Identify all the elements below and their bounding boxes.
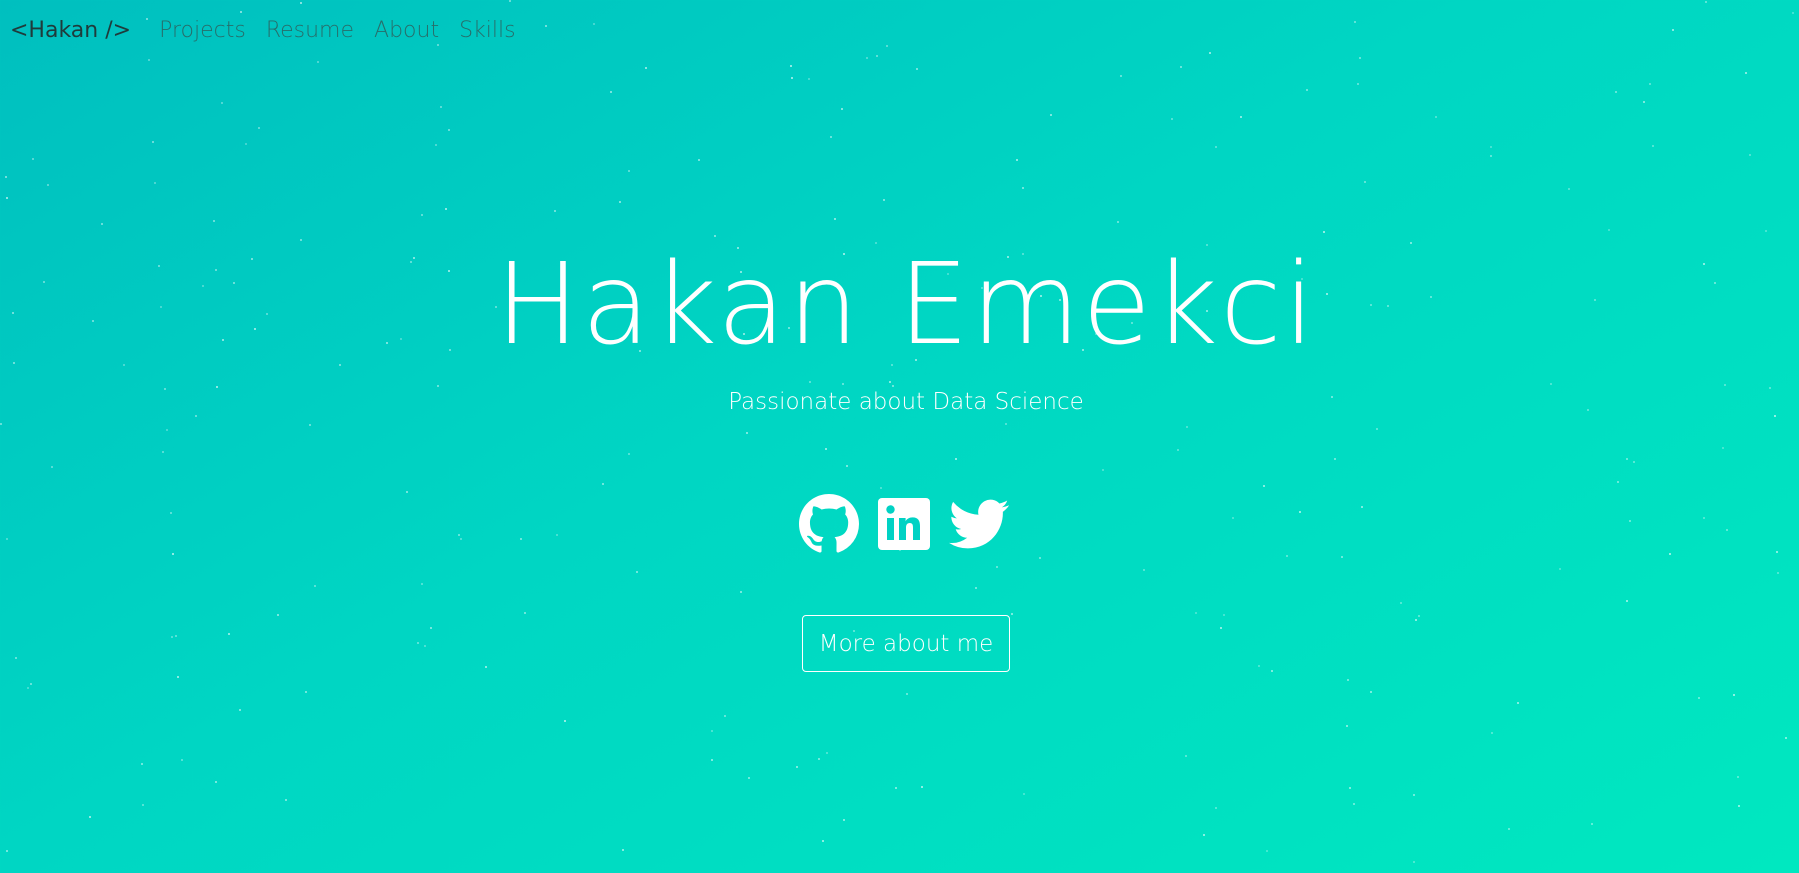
hero-section: Hakan Emekci Passionate about Data Scien…	[0, 0, 1799, 873]
twitter-icon	[949, 499, 1009, 549]
github-icon	[799, 494, 859, 553]
linkedin-icon	[878, 498, 930, 550]
hero-name-heading: Hakan Emekci	[495, 240, 1317, 370]
social-links	[799, 494, 1024, 554]
twitter-link[interactable]	[949, 494, 1009, 554]
github-link[interactable]	[799, 494, 859, 554]
more-about-me-button[interactable]: More about me	[802, 615, 1010, 672]
hero-subtitle: Passionate about Data Science	[728, 389, 1084, 415]
linkedin-link[interactable]	[874, 494, 934, 554]
